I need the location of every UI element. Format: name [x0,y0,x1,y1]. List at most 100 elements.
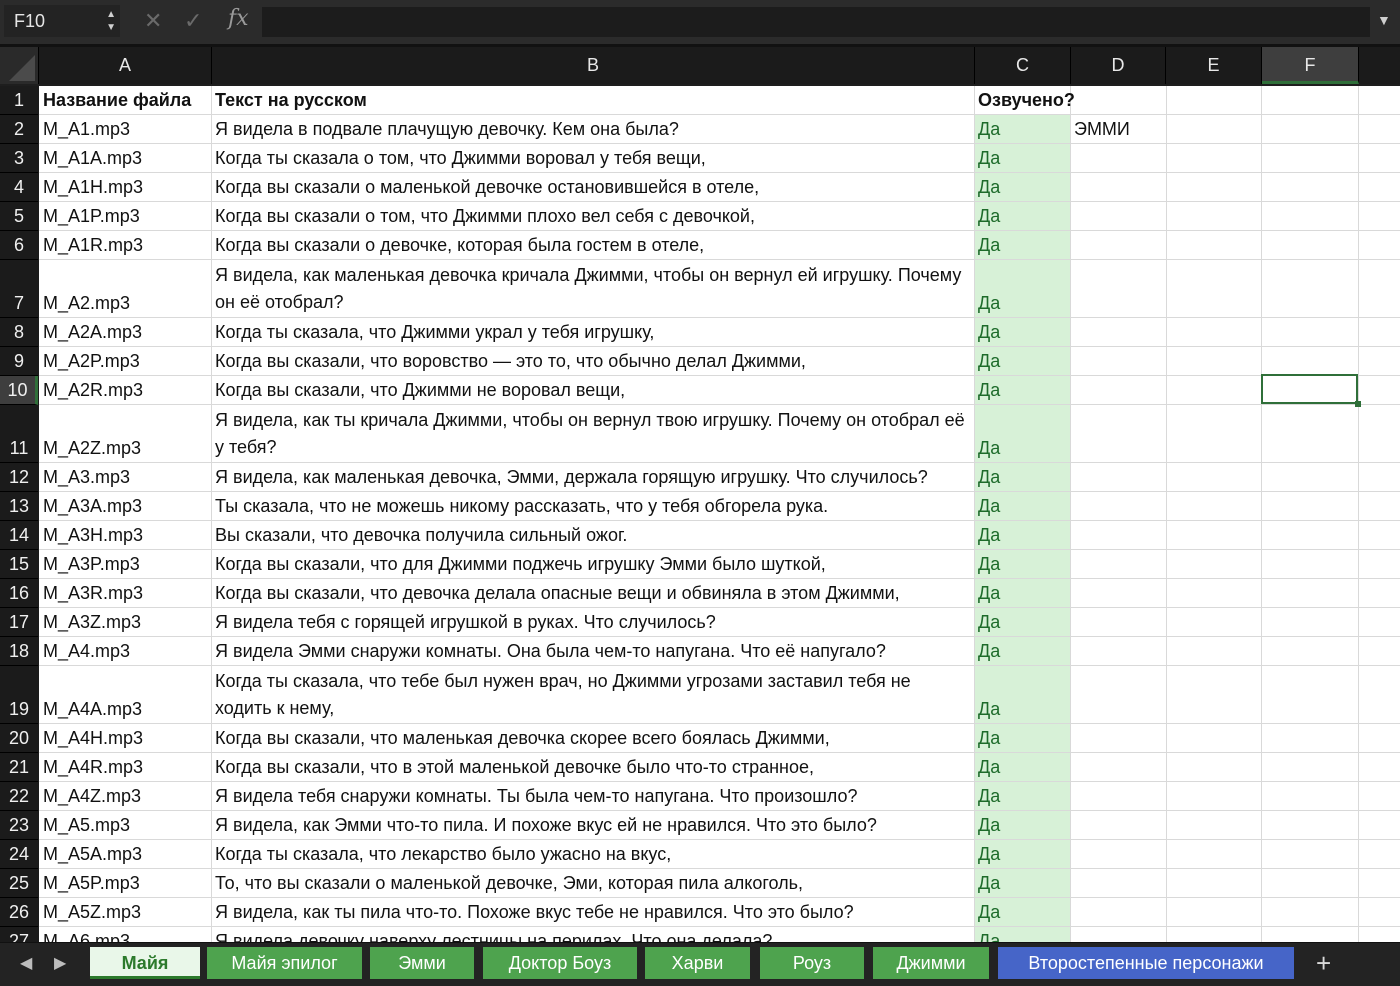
spreadsheet-grid[interactable]: Название файла Текст на русском Озвучено? M… [39,86,1400,942]
voiced-status-cell[interactable]: Да [978,347,1000,375]
column-header-d[interactable]: D [1071,47,1166,84]
formula-input[interactable] [262,7,1370,37]
file-name-cell[interactable]: M_A1P.mp3 [43,202,140,230]
row-header[interactable]: 11 [0,405,38,463]
file-name-cell[interactable]: M_A3P.mp3 [43,550,140,578]
voiced-status-cell[interactable]: Да [978,782,1000,810]
row-header[interactable]: 25 [0,869,38,898]
voiced-status-cell[interactable]: Да [978,144,1000,172]
row-header[interactable]: 2 [0,115,38,144]
sheet-tab-rose[interactable]: Роуз [760,947,864,979]
header-cell[interactable]: Озвучено? [978,86,1075,114]
column-header-e[interactable]: E [1166,47,1262,84]
row-header[interactable]: 20 [0,724,38,753]
voiced-status-cell[interactable]: Да [978,376,1000,404]
russian-text-cell[interactable]: Когда вы сказали, что воровство — это то… [215,347,806,375]
russian-text-cell[interactable]: Когда вы сказали, что Джимми не воровал … [215,376,625,404]
voiced-status-cell[interactable]: Да [978,811,1000,839]
row-header[interactable]: 3 [0,144,38,173]
row-header[interactable]: 23 [0,811,38,840]
file-name-cell[interactable]: M_A4H.mp3 [43,724,143,752]
file-name-cell[interactable]: M_A1A.mp3 [43,144,142,172]
sheet-tab-maya[interactable]: Майя [90,947,200,979]
voiced-status-cell[interactable]: Да [978,695,1000,723]
file-name-cell[interactable]: M_A3R.mp3 [43,579,143,607]
row-header[interactable]: 1 [0,86,38,115]
header-cell[interactable]: Название файла [43,86,191,114]
russian-text-cell[interactable]: Когда ты сказала о том, что Джимми воров… [215,144,706,172]
russian-text-cell[interactable]: Я видела, как маленькая девочка, Эмми, д… [215,463,928,491]
row-header[interactable]: 14 [0,521,38,550]
row-header[interactable]: 27 [0,927,38,942]
file-name-cell[interactable]: M_A5P.mp3 [43,869,140,897]
russian-text-cell[interactable]: Когда вы сказали о маленькой девочке ост… [215,173,759,201]
sheet-tab-maya-epilogue[interactable]: Майя эпилог [207,947,362,979]
sheet-tab-doctor-bouz[interactable]: Доктор Боуз [483,947,637,979]
voiced-status-cell[interactable]: Да [978,492,1000,520]
row-header[interactable]: 26 [0,898,38,927]
row-header[interactable]: 7 [0,260,38,318]
voiced-status-cell[interactable]: Да [978,463,1000,491]
sheet-tab-harvey[interactable]: Харви [645,947,750,979]
voiced-status-cell[interactable]: Да [978,869,1000,897]
previous-sheet-icon[interactable]: ◀ [20,953,32,973]
russian-text-cell[interactable]: Когда вы сказали, что в этой маленькой д… [215,753,814,781]
voiced-status-cell[interactable]: Да [978,898,1000,926]
russian-text-cell[interactable]: Когда ты сказала, что тебе был нужен вра… [215,668,970,722]
chevron-down-icon[interactable]: ▼ [1377,12,1391,28]
active-cell-f10[interactable] [1261,374,1358,404]
file-name-cell[interactable]: M_A4A.mp3 [43,695,142,723]
voiced-status-cell[interactable]: Да [978,753,1000,781]
file-name-cell[interactable]: M_A1.mp3 [43,115,130,143]
file-name-cell[interactable]: M_A5.mp3 [43,811,130,839]
russian-text-cell[interactable]: Когда вы сказали, что девочка делала опа… [215,579,900,607]
add-sheet-icon[interactable]: + [1316,947,1331,979]
file-name-cell[interactable]: M_A5A.mp3 [43,840,142,868]
file-name-cell[interactable]: M_A5Z.mp3 [43,898,141,926]
voiced-status-cell[interactable]: Да [978,434,1000,462]
file-name-cell[interactable]: M_A3Z.mp3 [43,608,141,636]
row-header[interactable]: 16 [0,579,38,608]
column-header-a[interactable]: A [39,47,212,84]
fx-icon[interactable]: fx [228,6,249,31]
next-sheet-icon[interactable]: ▶ [54,953,66,973]
sheet-tab-jimmy[interactable]: Джимми [873,947,989,979]
row-header[interactable]: 24 [0,840,38,869]
voiced-status-cell[interactable]: Да [978,173,1000,201]
voiced-status-cell[interactable]: Да [978,318,1000,346]
file-name-cell[interactable]: M_A4.mp3 [43,637,130,665]
voiced-status-cell[interactable]: Да [978,550,1000,578]
row-header[interactable]: 21 [0,753,38,782]
file-name-cell[interactable]: M_A3.mp3 [43,463,130,491]
voiced-status-cell[interactable]: Да [978,579,1000,607]
voiced-status-cell[interactable]: Да [978,202,1000,230]
russian-text-cell[interactable]: Я видела Эмми снаружи комнаты. Она была … [215,637,886,665]
column-header-c[interactable]: C [975,47,1071,84]
note-cell[interactable]: ЭММИ [1074,115,1130,143]
row-header[interactable]: 6 [0,231,38,260]
file-name-cell[interactable]: M_A2R.mp3 [43,376,143,404]
voiced-status-cell[interactable]: Да [978,608,1000,636]
file-name-cell[interactable]: M_A1R.mp3 [43,231,143,259]
russian-text-cell[interactable]: Я видела, как маленькая девочка кричала … [215,262,970,316]
fill-handle[interactable] [1355,401,1361,407]
row-header[interactable]: 10 [0,376,38,405]
confirm-icon[interactable]: ✓ [184,8,202,34]
russian-text-cell[interactable]: Я видела, как Эмми что-то пила. И похоже… [215,811,877,839]
voiced-status-cell[interactable]: Да [978,231,1000,259]
row-header[interactable]: 5 [0,202,38,231]
sheet-tab-emmi[interactable]: Эмми [370,947,474,979]
russian-text-cell[interactable]: Я видела девочку наверху лестницы на пер… [215,927,772,942]
russian-text-cell[interactable]: Когда ты сказала, что лекарство было ужа… [215,840,671,868]
file-name-cell[interactable]: M_A2.mp3 [43,289,130,317]
row-header[interactable]: 12 [0,463,38,492]
file-name-cell[interactable]: M_A4Z.mp3 [43,782,141,810]
russian-text-cell[interactable]: Я видела тебя с горящей игрушкой в руках… [215,608,716,636]
voiced-status-cell[interactable]: Да [978,115,1000,143]
voiced-status-cell[interactable]: Да [978,927,1000,942]
column-header-f[interactable]: F [1262,47,1359,84]
voiced-status-cell[interactable]: Да [978,289,1000,317]
file-name-cell[interactable]: M_A2Z.mp3 [43,434,141,462]
russian-text-cell[interactable]: Я видела в подвале плачущую девочку. Кем… [215,115,679,143]
select-all-button[interactable] [0,47,39,84]
